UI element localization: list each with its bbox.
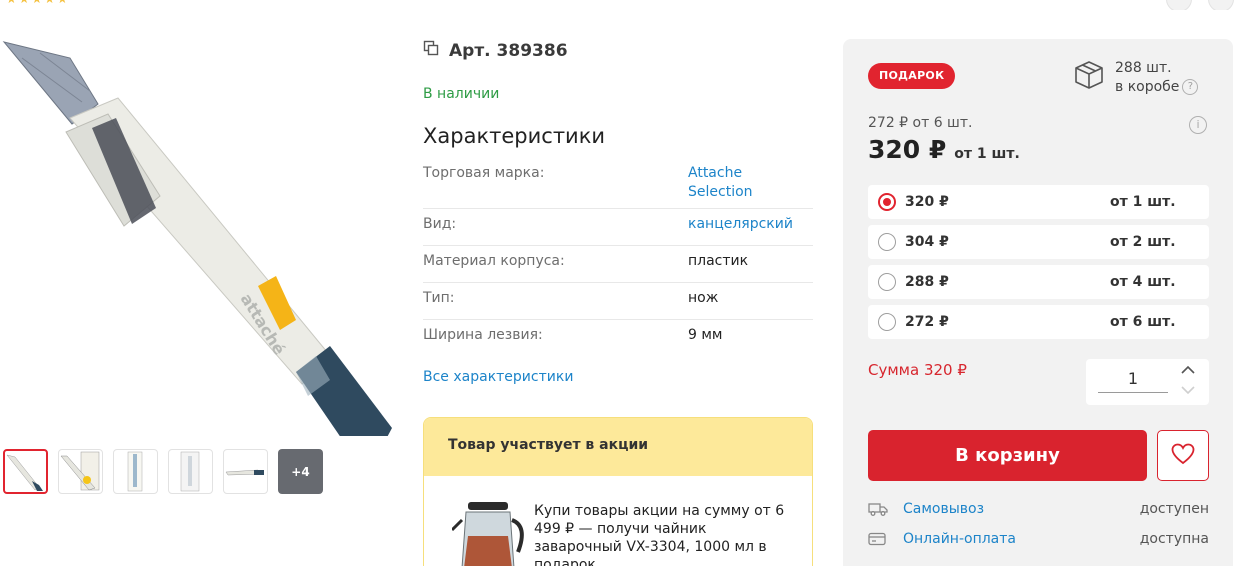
thumbnail-5[interactable]: [223, 449, 268, 494]
kettle-image[interactable]: [452, 496, 528, 566]
wholesale-price: 272 ₽ от 6 шт.: [868, 115, 973, 131]
radio-icon[interactable]: [878, 233, 896, 251]
price-tier-option[interactable]: 288 ₽ от 4 шт.: [868, 265, 1209, 299]
box-info: 288 шт. в коробе?: [1073, 59, 1199, 97]
gift-badge: ПОДАРОК: [868, 63, 956, 89]
tier-price: 272 ₽: [905, 314, 949, 330]
service-online-payment: Онлайн-оплата доступна: [868, 531, 1209, 547]
char-row-brand: Торговая марка: Attache Selection: [423, 158, 813, 209]
share-icon[interactable]: [1208, 0, 1234, 10]
char-row-kind: Тип: нож: [423, 283, 813, 320]
char-key: Материал корпуса:: [423, 253, 565, 269]
price-value: 320 ₽: [868, 135, 947, 164]
thumbnail-strip: +4: [3, 449, 323, 494]
stock-status: В наличии: [423, 86, 500, 102]
price-tiers: 320 ₽ от 1 шт. 304 ₽ от 2 шт. 288 ₽ от 4…: [868, 185, 1209, 339]
service-label[interactable]: Самовывоз: [903, 501, 1140, 517]
package-thumbnail-icon: [60, 451, 100, 491]
price-tier-option[interactable]: 320 ₽ от 1 шт.: [868, 185, 1209, 219]
radio-icon[interactable]: [878, 273, 896, 291]
thumbnail-4[interactable]: [168, 449, 213, 494]
card-icon: [868, 531, 888, 547]
char-row-blade-width: Ширина лезвия: 9 мм: [423, 320, 813, 357]
promo-text: Купи товары акции на сумму от 6 499 ₽ — …: [534, 503, 785, 566]
thumbnail-1[interactable]: [3, 449, 48, 494]
char-key: Вид:: [423, 216, 457, 232]
characteristics-table: Торговая марка: Attache Selection Вид: к…: [423, 158, 813, 357]
char-value: нож: [688, 290, 719, 306]
promo-title: Товар участвует в акции: [424, 418, 812, 476]
service-status: доступна: [1139, 531, 1209, 547]
price-tier-option[interactable]: 272 ₽ от 6 шт.: [868, 305, 1209, 339]
box-label: в коробе: [1115, 79, 1180, 95]
product-image[interactable]: attaché: [0, 36, 400, 458]
char-key: Торговая марка:: [423, 165, 545, 181]
char-key: Ширина лезвия:: [423, 327, 543, 343]
char-key: Тип:: [423, 290, 455, 306]
price-unit: от 1 шт.: [954, 146, 1020, 162]
card-thumbnail-icon: [180, 451, 200, 492]
quantity-stepper: 1: [1086, 359, 1209, 405]
service-label[interactable]: Онлайн-оплата: [903, 531, 1140, 547]
chevron-down-icon[interactable]: [1178, 383, 1198, 399]
main-price: 320 ₽ от 1 шт.: [868, 135, 1020, 164]
more-images-button[interactable]: +4: [278, 449, 323, 494]
rating-stars-icon: ★★★★★: [6, 0, 70, 6]
tier-price: 288 ₽: [905, 274, 949, 290]
box-quantity: 288 шт.: [1115, 60, 1172, 76]
truck-icon: [868, 501, 888, 517]
thumbnail-2[interactable]: [58, 449, 103, 494]
char-value: 9 мм: [688, 327, 723, 343]
price-tier-option[interactable]: 304 ₽ от 2 шт.: [868, 225, 1209, 259]
char-value-kind-link[interactable]: канцелярский: [688, 215, 813, 239]
box-icon: [1073, 59, 1105, 95]
article-number: Арт. 389386: [423, 40, 568, 61]
promo-card: Товар участвует в акции Купи товары акци…: [423, 417, 813, 566]
thumbnail-3[interactable]: [113, 449, 158, 494]
tier-price: 320 ₽: [905, 194, 949, 210]
buy-panel: ПОДАРОК 288 шт. в коробе? 272 ₽ от 6 шт.…: [843, 39, 1233, 566]
knife-thumbnail-icon: [6, 454, 43, 491]
tier-price: 304 ₽: [905, 234, 949, 250]
total-sum: Сумма 320 ₽: [868, 361, 967, 379]
char-value: пластик: [688, 253, 749, 269]
article-label: Арт. 389386: [449, 40, 568, 61]
heart-icon: [1171, 443, 1195, 469]
add-to-cart-button[interactable]: В корзину: [868, 430, 1147, 481]
help-icon[interactable]: ?: [1182, 79, 1199, 95]
tier-min-qty: от 4 шт.: [1110, 274, 1176, 290]
chevron-up-icon[interactable]: [1178, 362, 1198, 378]
quantity-input[interactable]: 1: [1098, 369, 1168, 393]
characteristics-title: Характеристики: [423, 124, 606, 148]
char-row-material: Материал корпуса: пластик: [423, 246, 813, 283]
char-value-brand-link[interactable]: Attache Selection: [688, 164, 778, 202]
info-icon[interactable]: i: [1189, 116, 1207, 134]
tier-min-qty: от 6 шт.: [1110, 314, 1176, 330]
copy-icon[interactable]: [423, 40, 439, 61]
service-status: доступен: [1139, 501, 1209, 517]
knife-side-thumbnail-icon: [225, 469, 264, 476]
promo-body: Купи товары акции на сумму от 6 499 ₽ — …: [424, 476, 812, 566]
service-pickup: Самовывоз доступен: [868, 501, 1209, 517]
tier-min-qty: от 1 шт.: [1110, 194, 1176, 210]
favorite-button[interactable]: [1157, 430, 1209, 481]
compare-icon[interactable]: [1166, 0, 1192, 10]
radio-selected-icon[interactable]: [878, 193, 896, 211]
utility-knife-image: attaché: [2, 41, 392, 458]
radio-icon[interactable]: [878, 313, 896, 331]
blister-thumbnail-icon: [127, 451, 143, 492]
char-row-type: Вид: канцелярский: [423, 209, 813, 246]
top-strip: ★★★★★: [0, 0, 1236, 10]
tier-min-qty: от 2 шт.: [1110, 234, 1176, 250]
all-characteristics-link[interactable]: Все характеристики: [423, 369, 573, 385]
